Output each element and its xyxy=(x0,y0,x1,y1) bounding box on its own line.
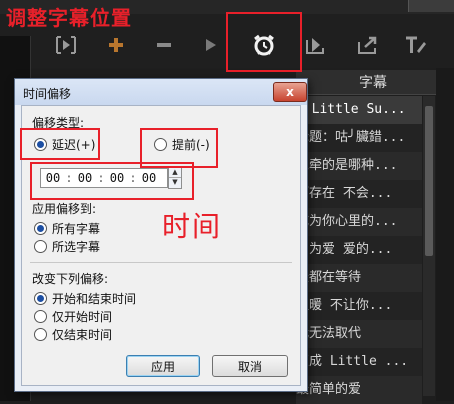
radio-start-only-label: 仅开始时间 xyxy=(52,310,113,324)
annotation-box-delay xyxy=(20,128,100,160)
apply-to-label: 应用偏移到: xyxy=(32,202,97,216)
right-panel-edge xyxy=(436,68,454,401)
list-item[interactable]: 最简单的爱 xyxy=(296,376,422,404)
list-item[interactable]: 我无法取代 xyxy=(296,320,422,348)
change-mode-label: 改变下列偏移: xyxy=(32,272,109,286)
list-item[interactable]: 温暖 不让你... xyxy=(296,292,422,320)
split-icon[interactable] xyxy=(200,32,228,58)
list-item[interactable]: 成为你心里的... xyxy=(296,208,422,236)
close-button[interactable]: x xyxy=(273,82,307,102)
add-icon[interactable] xyxy=(102,32,130,58)
dialog-titlebar[interactable]: 时间偏移 x xyxy=(15,79,307,105)
annotation-box-clock xyxy=(226,12,302,72)
annotation-title: 调整字幕位置 xyxy=(6,6,132,30)
play-bracket-icon[interactable] xyxy=(52,32,80,58)
list-item[interactable]: 而存在 不会... xyxy=(296,180,422,208)
subtitle-list: - Little Su... 标题：咕╯臟錯... 思牵的是哪种... 而存在 … xyxy=(296,96,422,404)
radio-all-label: 所有字幕 xyxy=(52,222,101,236)
import-icon[interactable] xyxy=(302,32,330,58)
subtitle-column-label: 字幕 xyxy=(359,75,387,91)
list-item[interactable]: 标题：咕╯臟錯... xyxy=(296,124,422,152)
radio-start-only[interactable]: 仅开始时间 xyxy=(34,308,112,325)
radio-end-only-indicator[interactable] xyxy=(34,328,47,341)
radio-start-end[interactable]: 开始和结束时间 xyxy=(34,290,136,307)
divider xyxy=(30,262,292,263)
dialog-title: 时间偏移 xyxy=(23,87,72,101)
radio-selected-label: 所选字幕 xyxy=(52,240,101,254)
list-item[interactable]: 思牵的是哪种... xyxy=(296,152,422,180)
radio-end-only[interactable]: 仅结束时间 xyxy=(34,326,112,343)
radio-start-end-indicator[interactable] xyxy=(34,292,47,305)
radio-start-end-label: 开始和结束时间 xyxy=(52,292,137,306)
list-item[interactable]: - Little Su... xyxy=(296,96,422,124)
subtitle-list-scrollbar[interactable] xyxy=(423,96,435,396)
window-control-button[interactable] xyxy=(408,0,454,12)
time-offset-dialog: 时间偏移 x 偏移类型: 延迟(+) 提前(-) 00 : 00 : 00 : … xyxy=(14,78,308,392)
radio-selected-subtitles[interactable]: 所选字幕 xyxy=(34,238,100,255)
scrollbar-thumb[interactable] xyxy=(425,106,433,256)
annotation-box-time xyxy=(30,162,194,200)
export-icon[interactable] xyxy=(354,32,382,58)
radio-all-subtitles[interactable]: 所有字幕 xyxy=(34,220,100,237)
cancel-button[interactable]: 取消 xyxy=(212,355,288,377)
radio-end-only-label: 仅结束时间 xyxy=(52,328,113,342)
apply-button[interactable]: 应用 xyxy=(126,355,200,377)
list-item[interactable]: 天都在等待 xyxy=(296,264,422,292)
list-item[interactable]: 因为爱 爱的... xyxy=(296,236,422,264)
radio-selected-indicator[interactable] xyxy=(34,240,47,253)
remove-icon[interactable] xyxy=(150,32,178,58)
text-edit-icon[interactable] xyxy=(402,32,430,58)
radio-all-indicator[interactable] xyxy=(34,222,47,235)
radio-start-only-indicator[interactable] xyxy=(34,310,47,323)
annotation-time-label: 时间 xyxy=(162,210,223,243)
list-item[interactable]: 变成 Little ... xyxy=(296,348,422,376)
close-icon: x xyxy=(286,85,294,99)
subtitle-column-header[interactable]: 字幕 xyxy=(296,70,436,95)
